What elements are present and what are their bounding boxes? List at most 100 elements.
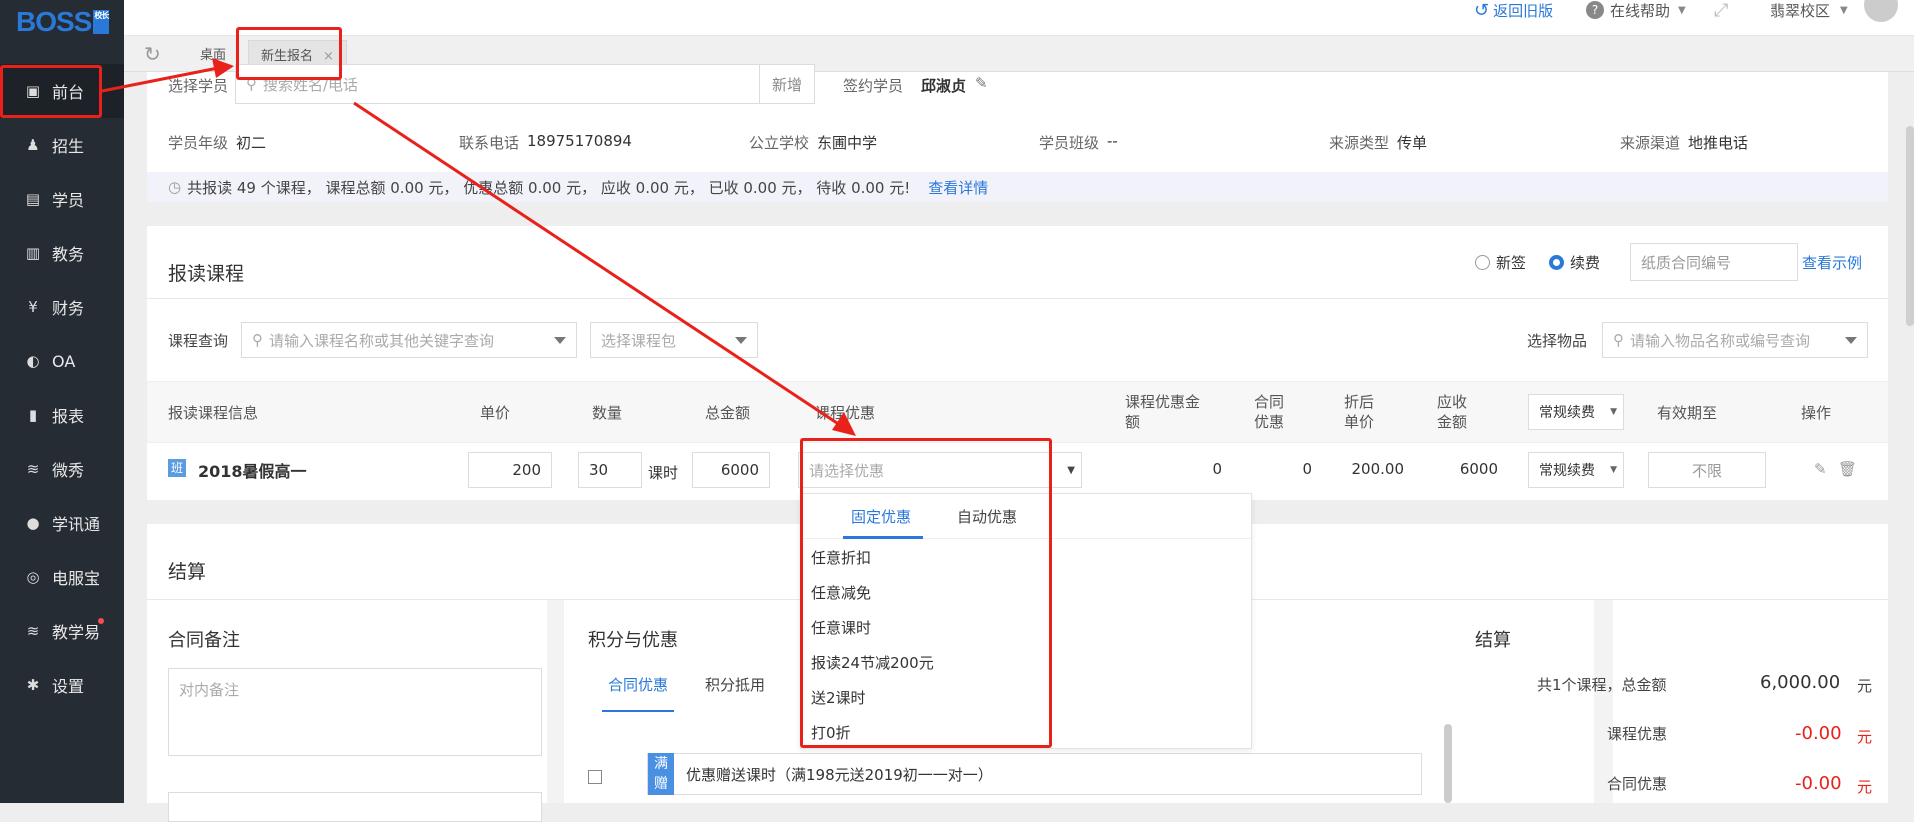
col-header-price: 单价 [480,404,511,422]
school-label: 公立学校 [749,134,810,152]
gear-icon: ✱ [26,676,40,694]
course-query-placeholder: 请输入课程名称或其他关键字查询 [269,331,495,350]
tab-desk[interactable]: 桌面 [188,40,238,72]
sidebar-item-oa[interactable]: ◐ OA [0,334,124,388]
signed-student-label: 签约学员 [843,77,904,95]
channel-value: 地推电话 [1688,134,1749,152]
grade-value: 初二 [236,134,267,152]
view-example-link[interactable]: 查看示例 [1802,252,1862,273]
chevron-down-icon [735,337,747,344]
sidebar-item-xuexuntong[interactable]: ● 学讯通 [0,496,124,550]
total-input[interactable]: 6000 [692,452,770,488]
course-query-label: 课程查询 [168,332,229,350]
renew-type-header-select[interactable]: 常规续费 ▼ [1528,394,1624,430]
sidebar-item-academic[interactable]: ▥ 教务 [0,226,124,280]
valid-until-input[interactable]: 不限 [1648,452,1766,488]
col-header-total: 总金额 [705,404,751,422]
class-value: -- [1107,132,1118,150]
remark-textarea-2[interactable] [168,792,542,822]
annotation-box-dropdown [800,438,1052,748]
course-discount-label: 课程优惠 [1607,725,1668,743]
unit-after-value: 200.00 [1351,460,1405,478]
help-label: 在线帮助 [1610,1,1671,20]
sidebar-item-label: OA [52,351,76,371]
qty-unit: 课时 [648,464,679,482]
promo-badge: 满赠 [648,753,674,795]
course-name: 2018暑假高一 [198,462,307,481]
phone-label: 联系电话 [459,134,520,152]
renew-type-label: 常规续费 [1539,463,1595,479]
page-scrollbar[interactable] [1906,126,1914,326]
col-header-info: 报读课程信息 [168,404,259,422]
sidebar-item-weixiu[interactable]: ≋ 微秀 [0,442,124,496]
course-package-select[interactable]: 选择课程包 [590,322,758,358]
edit-icon[interactable]: ✎ [975,74,988,92]
sidebar-item-settings[interactable]: ✱ 设置 [0,658,124,712]
edit-icon[interactable]: ✎ [1814,460,1827,478]
chevron-down-icon: ▼ [1610,465,1617,475]
qty-input[interactable]: 30 [578,452,642,488]
course-query-input[interactable]: ⚲ 请输入课程名称或其他关键字查询 [241,322,577,358]
scrollbar[interactable] [1444,724,1452,803]
col-header-discount-amount: 课程优惠金额 [1125,393,1201,431]
view-detail-link[interactable]: 查看详情 [928,177,988,198]
sidebar-item-label: 教学易 [52,623,101,642]
col-header-contract-discount: 合同优惠 [1254,393,1285,431]
source-type-label: 来源类型 [1329,134,1390,152]
avatar[interactable] [1864,0,1898,22]
sidebar-item-label: 微秀 [52,461,85,480]
location-icon: ● [26,514,40,532]
refresh-icon[interactable]: ↻ [144,42,161,66]
divider [147,298,1888,299]
book-icon: ▥ [25,244,41,262]
search-icon: ⚲ [252,331,263,349]
sidebar: BOSS 校长 ▣ 前台 ♟ 招生 ▤ 学员 ▥ 教务 ¥ 财务 ◐ OA ▮ 报表 ≋ 微秀 ●… [0,0,124,803]
sidebar-item-finance[interactable]: ¥ 财务 [0,280,124,334]
sidebar-item-recruit[interactable]: ♟ 招生 [0,118,124,172]
goods-placeholder: 请输入物品名称或编号查询 [1630,331,1811,350]
sidebar-item-reports[interactable]: ▮ 报表 [0,388,124,442]
enroll-summary-bar: ◷ 共报读 49 个课程， 课程总额 0.00 元， 优惠总额 0.00 元， … [147,172,1888,202]
price-input[interactable]: 200 [468,452,552,488]
fullscreen-icon[interactable]: ⤢ [1714,0,1728,21]
total-value: 6000 [720,461,759,479]
chevron-down-icon: ▼ [1678,4,1686,16]
campus-selector[interactable]: 翡翠校区 ▼ [1770,0,1848,20]
tab-contract-discount[interactable]: 合同优惠 [608,674,668,695]
contract-number-input[interactable]: 纸质合同编号 [1630,243,1798,281]
sidebar-item-jiaoxueyi[interactable]: ≋ 教学易 [0,604,124,658]
col-header-unit-after: 折后单价 [1344,393,1375,431]
bar-chart-icon: ▮ [28,406,38,424]
trash-icon[interactable]: 🗑 [1838,460,1857,478]
clipboard-icon: ≋ [26,622,40,640]
goods-search-input[interactable]: ⚲ 请输入物品名称或编号查询 [1602,322,1868,358]
contract-discount-sum-unit: 元 [1857,778,1873,796]
renew-type-select[interactable]: 常规续费 ▼ [1528,452,1624,488]
tab-points-deduction[interactable]: 积分抵用 [705,674,765,695]
radio-new-sign[interactable]: 新签 [1475,252,1526,273]
sidebar-item-students[interactable]: ▤ 学员 [0,172,124,226]
undo-icon: ↺ [1474,0,1490,21]
col-header-qty: 数量 [592,404,623,422]
chevron-down-icon: ▼ [1840,4,1848,16]
brand-logo[interactable]: BOSS 校长 [16,6,110,38]
sidebar-item-label: 招生 [52,137,85,156]
promo-checkbox[interactable] [588,770,602,784]
back-old-version-link[interactable]: ↺ 返回旧版 [1474,0,1553,21]
promo-item[interactable]: 满赠 优惠赠送课时（满198元送2019初一一对一） [647,753,1422,795]
sidebar-item-dianfubao[interactable]: ◎ 电服宝 [0,550,124,604]
tab-label: 桌面 [200,48,227,63]
remark-textarea[interactable]: 对内备注 [168,668,542,756]
bookmark-icon: ≋ [26,460,40,478]
goods-label: 选择物品 [1527,332,1588,350]
online-help-menu[interactable]: ? 在线帮助 ▼ [1586,0,1686,20]
col-header-receivable: 应收金额 [1437,393,1468,431]
package-placeholder: 选择课程包 [601,331,677,350]
points-title: 积分与优惠 [588,630,678,651]
radio-renew[interactable]: 续费 [1549,252,1600,273]
class-label: 学员班级 [1039,134,1100,152]
yen-icon: ¥ [28,298,38,316]
add-student-button[interactable]: 新增 [759,64,815,104]
price-value: 200 [512,461,541,479]
signed-student-name: 邱淑贞 [921,77,967,95]
